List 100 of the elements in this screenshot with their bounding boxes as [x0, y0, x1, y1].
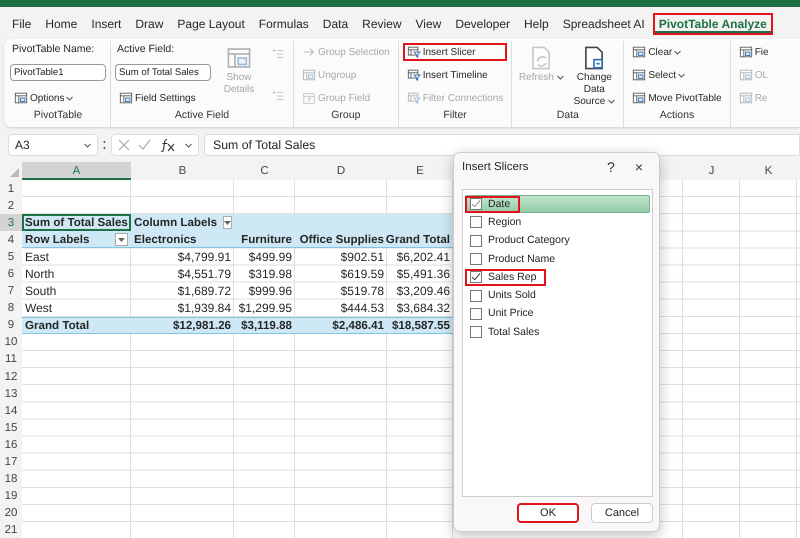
filter-dropdown-button[interactable]: [223, 216, 232, 230]
checkbox[interactable]: [470, 326, 482, 338]
ribbon-tab[interactable]: Developer: [449, 13, 516, 35]
group-label: Active Field: [174, 109, 230, 121]
checkbox[interactable]: [470, 198, 482, 210]
dialog-button[interactable]: OK: [517, 503, 579, 523]
row-header[interactable]: 7: [0, 282, 22, 300]
funnel-icon: [406, 45, 421, 59]
ribbon-button[interactable]: Move PivotTable: [628, 89, 726, 107]
row-header[interactable]: 20: [0, 504, 22, 522]
row-header[interactable]: 3: [0, 214, 22, 232]
row-header[interactable]: 5: [0, 248, 22, 266]
row-header[interactable]: 4: [0, 231, 22, 248]
ribbon-tab[interactable]: Spreadsheet AI: [556, 13, 651, 35]
row-header[interactable]: 9: [0, 316, 22, 334]
ribbon-tab[interactable]: View: [410, 13, 448, 35]
caret-icon: [185, 142, 192, 148]
table-icon: [632, 91, 646, 105]
table-cell-text: North: [24, 266, 56, 283]
text-field[interactable]: Sum of Total Sales: [115, 64, 211, 80]
ribbon-tab[interactable]: Help: [518, 13, 555, 35]
ribbon-button[interactable]: Options: [10, 89, 106, 107]
checkbox[interactable]: [470, 253, 482, 266]
ribbon-tab[interactable]: File: [6, 13, 38, 35]
row-header[interactable]: 10: [0, 334, 22, 351]
ribbon-tab[interactable]: Draw: [129, 13, 170, 35]
ribbon-tab[interactable]: Review: [356, 13, 408, 35]
row-header[interactable]: 15: [0, 419, 22, 436]
column-header[interactable]: B: [131, 162, 234, 180]
row-header[interactable]: 2: [0, 197, 22, 214]
checkbox[interactable]: [470, 234, 482, 247]
field-checkbox-item[interactable]: Unit Price: [465, 305, 544, 322]
text-field[interactable]: PivotTable1: [10, 64, 106, 80]
table-cell-text: $319.98: [248, 266, 293, 283]
dialog-button[interactable]: Cancel: [591, 503, 653, 523]
caret-icon: [608, 99, 616, 104]
ribbon-button[interactable]: Insert Timeline: [402, 66, 508, 84]
ribbon-tab[interactable]: Data: [316, 13, 354, 35]
row-header[interactable]: 13: [0, 385, 22, 402]
column-header[interactable]: C: [234, 162, 295, 180]
caret-icon: [678, 72, 686, 78]
table-cell-text: $1,299.95: [238, 300, 293, 317]
table-cell-text: $6,202.41: [396, 248, 451, 266]
checkbox[interactable]: [470, 290, 482, 302]
table-cell-text: $519.78: [340, 283, 385, 300]
field-checkbox-item[interactable]: Region: [465, 214, 532, 231]
ribbon-tab[interactable]: Page Layout: [171, 13, 251, 35]
row-header[interactable]: 14: [0, 402, 22, 420]
help-button[interactable]: ?: [597, 159, 625, 175]
funnel-icon: [406, 91, 421, 105]
ribbon-tab[interactable]: PivotTable Analyze: [652, 13, 773, 35]
column-header[interactable]: A: [22, 162, 131, 180]
table-icon: [302, 68, 316, 82]
ribbon-button[interactable]: Fie: [734, 43, 773, 61]
ribbon-button[interactable]: Field Settings: [115, 89, 211, 107]
ribbon-button[interactable]: Clear: [628, 43, 726, 61]
ribbon-tab[interactable]: Insert: [85, 13, 128, 35]
row-header[interactable]: 6: [0, 265, 22, 283]
table-cell-text: $5,491.36: [396, 266, 451, 283]
checkbox[interactable]: [470, 308, 482, 320]
row-header[interactable]: 1: [0, 180, 22, 198]
table-cell-text: $1,689.72: [176, 283, 232, 300]
row-header[interactable]: 11: [0, 350, 22, 368]
table-icon: [738, 45, 753, 59]
name-box[interactable]: A3: [8, 134, 98, 156]
row-header[interactable]: 18: [0, 470, 22, 488]
field-checkbox-item[interactable]: Units Sold: [465, 287, 546, 304]
close-button[interactable]: ×: [624, 159, 653, 175]
row-header[interactable]: 8: [0, 300, 22, 317]
table-icon: [738, 91, 753, 105]
caret-icon: [66, 96, 74, 100]
row-header[interactable]: 19: [0, 488, 22, 505]
row-header[interactable]: 21: [0, 522, 22, 538]
table-cell-text: $3,209.46: [396, 283, 451, 300]
column-header[interactable]: J: [683, 162, 740, 180]
table-cell: Sum of Total Sales: [22, 214, 131, 232]
column-header[interactable]: K: [740, 162, 797, 180]
checkbox[interactable]: [470, 216, 482, 228]
field-checkbox-item[interactable]: Sales Rep: [465, 268, 546, 286]
field-checkbox-item[interactable]: Total Sales: [465, 324, 550, 341]
ribbon-tab[interactable]: Home: [39, 13, 84, 35]
field-checkbox-item[interactable]: Product Category: [465, 232, 580, 250]
row-header[interactable]: 16: [0, 436, 22, 454]
ribbon-button[interactable]: Change Data Source: [569, 43, 620, 110]
table-cell-text: Furniture: [240, 232, 293, 248]
filter-dropdown-button[interactable]: [115, 233, 128, 246]
ribbon-button[interactable]: Insert Slicer: [402, 43, 508, 61]
group-label: PivotTable: [34, 109, 82, 121]
table-cell-text: East: [24, 248, 50, 266]
row-header[interactable]: 17: [0, 454, 22, 471]
field-checkbox-item[interactable]: Date: [465, 196, 520, 213]
ribbon-button[interactable]: Select: [628, 66, 726, 84]
column-header[interactable]: E: [387, 162, 453, 180]
column-header[interactable]: D: [295, 162, 387, 180]
field-label: PivotTable Name:: [11, 43, 96, 55]
row-header[interactable]: 12: [0, 368, 22, 386]
checkbox[interactable]: [470, 271, 482, 284]
ribbon-tab[interactable]: Formulas: [252, 13, 315, 35]
formula-field[interactable]: Sum of Total Sales: [204, 134, 800, 156]
field-checkbox-item[interactable]: Product Name: [465, 250, 566, 268]
